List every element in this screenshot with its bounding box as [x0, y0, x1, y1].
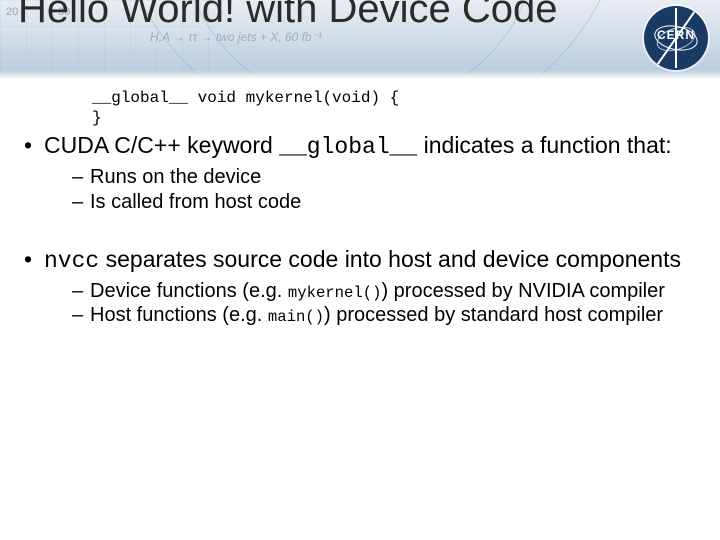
code-block: __global__ void mykernel(void) { } [92, 88, 399, 128]
sub-bullet-item: Host functions (e.g. main()) processed b… [72, 303, 700, 327]
inline-code: mykernel() [288, 284, 382, 302]
inline-code: main() [268, 308, 324, 326]
code-line: __global__ void mykernel(void) { [92, 89, 399, 107]
bullet-item: CUDA C/C++ keyword __global__ indicates … [20, 132, 700, 214]
bullet-text: ) processed by standard host compiler [324, 304, 663, 326]
banner-formula: H,A → ττ → two jets + X, 60 fb⁻¹ [150, 30, 322, 44]
inline-code: nvcc [44, 248, 99, 274]
bullet-item: nvcc separates source code into host and… [20, 246, 700, 328]
sub-bullet-item: Device functions (e.g. mykernel()) proce… [72, 279, 700, 303]
bullet-text: CUDA C/C++ keyword [44, 132, 279, 158]
cern-logo: CERN [644, 6, 708, 70]
slide: 20 30 H,A → ττ → two jets + X, 60 fb⁻¹ C… [0, 0, 720, 540]
code-line: } [92, 109, 102, 127]
inline-code: __global__ [279, 134, 417, 160]
bullet-text: separates source code into host and devi… [99, 246, 681, 272]
slide-title: Hello World! with Device Code [18, 0, 578, 30]
bullet-text: ) processed by NVIDIA compiler [381, 280, 664, 302]
bullet-text: Device functions (e.g. [90, 280, 288, 302]
bullet-text: indicates a function that: [417, 132, 671, 158]
logo-text: CERN [652, 28, 700, 42]
sub-bullet-item: Is called from host code [72, 190, 700, 214]
axis-tick: 20 [6, 6, 18, 18]
bullet-text: Host functions (e.g. [90, 304, 268, 326]
slide-body: CUDA C/C++ keyword __global__ indicates … [20, 132, 700, 342]
sub-bullet-item: Runs on the device [72, 165, 700, 189]
